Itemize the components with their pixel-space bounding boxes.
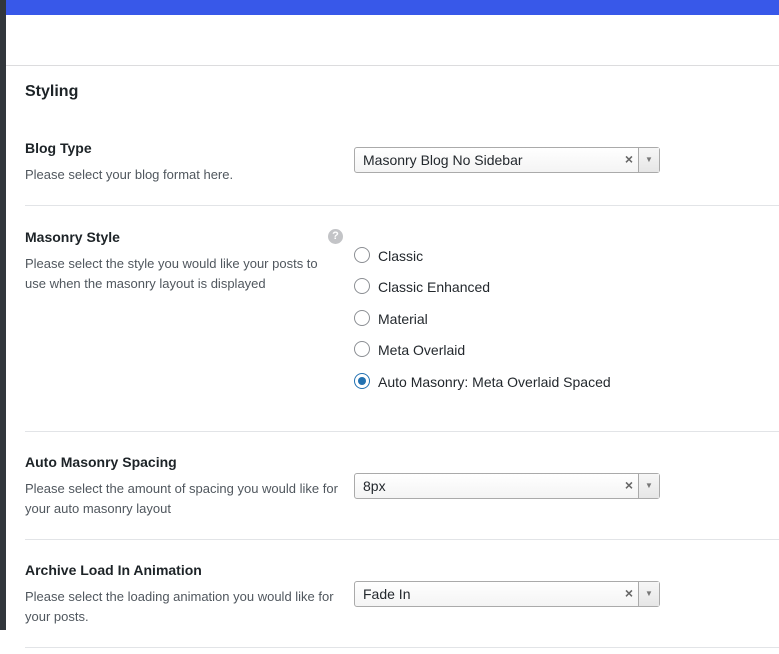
auto-masonry-spacing-selected-value: 8px <box>363 478 386 494</box>
archive-animation-select[interactable]: Fade In × ▼ <box>354 581 660 607</box>
radio-option-label: Material <box>378 311 428 327</box>
blog-type-selected-value: Masonry Blog No Sidebar <box>363 152 523 168</box>
blog-type-select[interactable]: Masonry Blog No Sidebar × ▼ <box>354 147 660 173</box>
radio-button[interactable] <box>354 247 370 263</box>
blog-type-label: Blog Type <box>25 140 92 156</box>
archive-animation-clear-icon[interactable]: × <box>625 585 633 601</box>
radio-option-label: Auto Masonry: Meta Overlaid Spaced <box>378 374 611 390</box>
options-panel: Styling Blog Type Please select your blo… <box>6 15 779 654</box>
masonry-style-help-icon[interactable]: ? <box>328 229 343 244</box>
section-title: Styling <box>25 83 79 100</box>
auto-masonry-spacing-label: Auto Masonry Spacing <box>25 454 177 470</box>
radio-option-label: Meta Overlaid <box>378 342 466 358</box>
archive-animation-label: Archive Load In Animation <box>25 562 202 578</box>
masonry-style-label: Masonry Style <box>25 229 120 245</box>
radio-option-label: Classic <box>378 248 424 264</box>
blog-type-arrow-icon[interactable]: ▼ <box>638 148 659 172</box>
blog-type-clear-icon[interactable]: × <box>625 151 633 167</box>
radio-option-label: Classic Enhanced <box>378 279 491 295</box>
masonry-style-description: Please select the style you would like y… <box>25 256 318 291</box>
radio-button[interactable] <box>354 310 370 326</box>
auto-masonry-spacing-clear-icon[interactable]: × <box>625 477 633 493</box>
radio-button[interactable] <box>354 341 370 357</box>
archive-animation-description: Please select the loading animation you … <box>25 589 334 624</box>
archive-animation-selected-value: Fade In <box>363 586 411 602</box>
archive-animation-arrow-icon[interactable]: ▼ <box>638 582 659 606</box>
panel-header-divider <box>6 65 779 66</box>
masonry-style-row: Masonry Style Please select the style yo… <box>25 206 779 432</box>
admin-top-bar <box>0 0 779 15</box>
auto-masonry-spacing-row: Auto Masonry Spacing Please select the a… <box>25 432 779 540</box>
radio-button[interactable] <box>354 278 370 294</box>
blog-type-description: Please select your blog format here. <box>25 167 234 182</box>
radio-button[interactable] <box>354 373 370 389</box>
archive-animation-row: Archive Load In Animation Please select … <box>25 540 779 648</box>
auto-masonry-spacing-description: Please select the amount of spacing you … <box>25 481 338 516</box>
blog-type-row: Blog Type Please select your blog format… <box>25 125 779 206</box>
auto-masonry-spacing-select[interactable]: 8px × ▼ <box>354 473 660 499</box>
auto-masonry-spacing-arrow-icon[interactable]: ▼ <box>638 474 659 498</box>
